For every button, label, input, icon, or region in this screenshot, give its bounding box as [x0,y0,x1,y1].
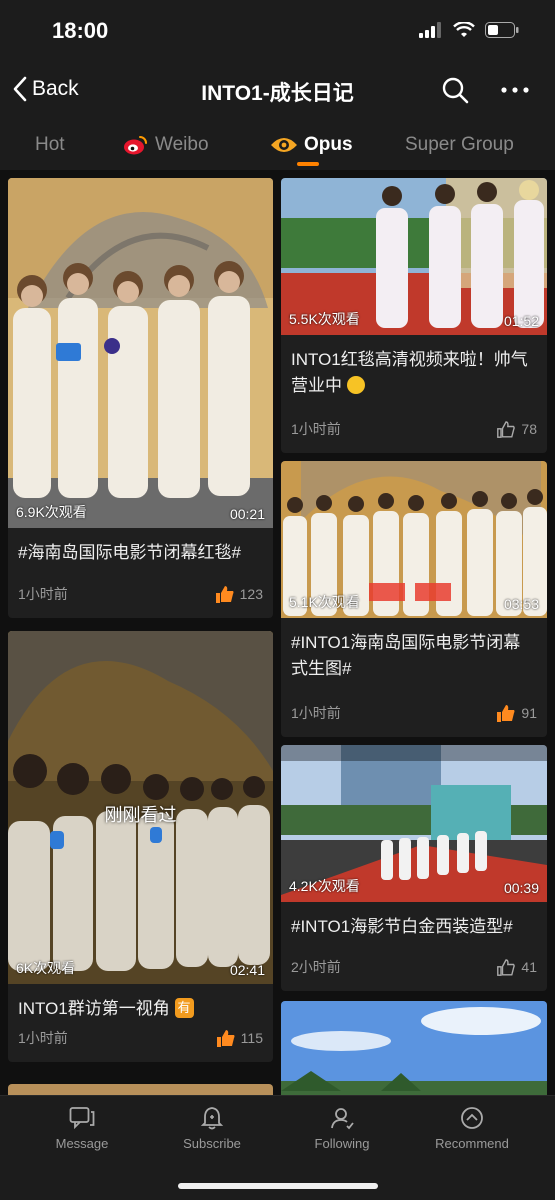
recently-watched-label: 刚刚看过 [104,805,177,825]
more-icon[interactable] [499,76,531,104]
video-thumbnail[interactable]: 6.9K次观看 00:21 [8,178,273,528]
starstruck-emoji-icon [346,376,365,394]
video-duration: 00:21 [229,506,265,522]
like-count: 91 [521,705,537,721]
video-card[interactable]: 刚刚看过 6K次观看 02:41 INTO1群访第一视角 有 1小时前 115 [8,631,273,1062]
video-duration: 00:39 [503,880,539,896]
chevron-left-icon [13,76,27,102]
video-feed[interactable]: 6.9K次观看 00:21 #海南岛国际电影节闭幕红毯# 1小时前 123 5.… [0,170,555,1095]
tab-weibo-label: Weibo [155,134,209,155]
nav-following-label: Following [314,1136,370,1151]
nav-bar: Back INTO1-成长日记 [0,62,555,118]
tab-weibo[interactable]: Weibo [123,134,209,156]
compass-icon [461,1107,483,1129]
video-card[interactable]: 4.2K次观看 00:39 #INTO1海影节白金西装造型# 2小时前 41 [281,745,547,991]
video-thumbnail[interactable] [281,1001,547,1095]
like-button[interactable]: 115 [216,1029,263,1047]
video-duration: 03:53 [503,596,539,612]
thumbs-up-icon [216,1029,235,1047]
message-icon [69,1107,95,1130]
video-duration: 01:52 [503,313,539,329]
card-title[interactable]: INTO1群访第一视角 有 [8,984,273,1022]
tab-hot-label: Hot [35,134,65,155]
view-count: 5.5K次观看 [289,311,360,327]
person-icon [331,1108,354,1130]
video-card[interactable]: 5.5K次观看 01:52 INTO1红毯高清视频来啦！帅气营业中 1小时前 7… [281,178,547,453]
status-bar: 18:00 [0,0,555,62]
tab-super-group-label: Super Group [405,134,514,155]
nav-subscribe[interactable]: Subscribe [157,1106,267,1151]
view-count: 4.2K次观看 [289,878,360,894]
tab-opus-label: Opus [304,134,353,155]
thumbs-up-icon [497,704,515,722]
active-tab-indicator [297,162,319,166]
like-button[interactable]: 78 [497,420,537,438]
nav-recommend[interactable]: Recommend [417,1106,527,1151]
search-icon[interactable] [441,76,469,104]
thumbnail-image [8,178,273,528]
card-meta: 1小时前 123 [18,584,263,604]
card-title[interactable]: #海南岛国际电影节闭幕红毯# [8,528,273,566]
card-title[interactable]: #INTO1海影节白金西装造型# [281,902,547,940]
video-thumbnail[interactable]: 5.5K次观看 01:52 [281,178,547,335]
card-meta: 1小时前 91 [291,703,537,723]
card-title[interactable]: #INTO1海南岛国际电影节闭幕式生图# [281,618,547,682]
card-meta: 1小时前 115 [18,1028,263,1048]
like-button[interactable]: 41 [497,958,537,976]
nav-recommend-label: Recommend [435,1136,509,1151]
video-card[interactable]: 6.9K次观看 00:21 #海南岛国际电影节闭幕红毯# 1小时前 123 [8,178,273,618]
thumbs-up-outline-icon [497,958,516,976]
card-title-text: INTO1红毯高清视频来啦！帅气营业中 [291,350,528,395]
like-button[interactable]: 91 [497,704,537,722]
tab-opus[interactable]: Opus [270,134,353,156]
home-indicator[interactable] [178,1183,378,1189]
battery-icon [485,22,519,38]
tab-hot[interactable]: Hot [35,134,65,156]
thumbs-up-icon [215,585,234,603]
view-count: 6K次观看 [16,960,76,976]
weibo-icon [124,136,147,155]
like-count: 78 [521,421,537,437]
back-button[interactable]: Back [12,76,79,102]
nav-subscribe-label: Subscribe [183,1136,241,1151]
post-time: 2小时前 [291,959,341,975]
post-time: 1小时前 [291,705,341,721]
bell-icon [200,1107,224,1130]
status-icons [419,22,519,38]
card-title-text: INTO1群访第一视角 [18,999,170,1018]
card-meta: 2小时前 41 [291,957,537,977]
video-card[interactable]: 5.1K次观看 03:53 #INTO1海南岛国际电影节闭幕式生图# 1小时前 … [281,461,547,737]
post-time: 1小时前 [18,1030,68,1046]
post-time: 1小时前 [291,421,341,437]
like-button[interactable]: 123 [215,585,263,603]
thumbs-up-outline-icon [497,420,516,438]
card-meta: 1小时前 78 [291,419,537,439]
post-time: 1小时前 [18,586,68,602]
video-thumbnail[interactable] [8,1084,273,1095]
video-card[interactable] [8,1084,273,1095]
badge-you: 有 [174,998,194,1018]
nav-message[interactable]: Message [27,1106,137,1151]
video-duration: 02:41 [229,962,265,978]
video-thumbnail[interactable]: 4.2K次观看 00:39 [281,745,547,902]
page-title: INTO1-成长日记 [201,82,354,105]
tab-bar: Hot Weibo Opus Super Group [0,118,555,170]
status-time: 18:00 [52,18,109,43]
nav-following[interactable]: Following [287,1106,397,1151]
like-count: 41 [521,959,537,975]
like-count: 123 [239,586,263,602]
signal-icon [419,22,441,38]
tab-super-group[interactable]: Super Group [405,134,514,156]
wifi-icon [453,22,475,37]
back-label: Back [32,77,79,100]
video-thumbnail[interactable]: 刚刚看过 6K次观看 02:41 [8,631,273,984]
opus-eye-icon [271,138,297,152]
video-thumbnail[interactable]: 5.1K次观看 03:53 [281,461,547,618]
view-count: 5.1K次观看 [289,594,360,610]
nav-message-label: Message [55,1136,109,1151]
card-title[interactable]: INTO1红毯高清视频来啦！帅气营业中 [281,335,547,399]
video-card[interactable] [281,1001,547,1095]
like-count: 115 [240,1030,263,1046]
view-count: 6.9K次观看 [16,504,87,520]
